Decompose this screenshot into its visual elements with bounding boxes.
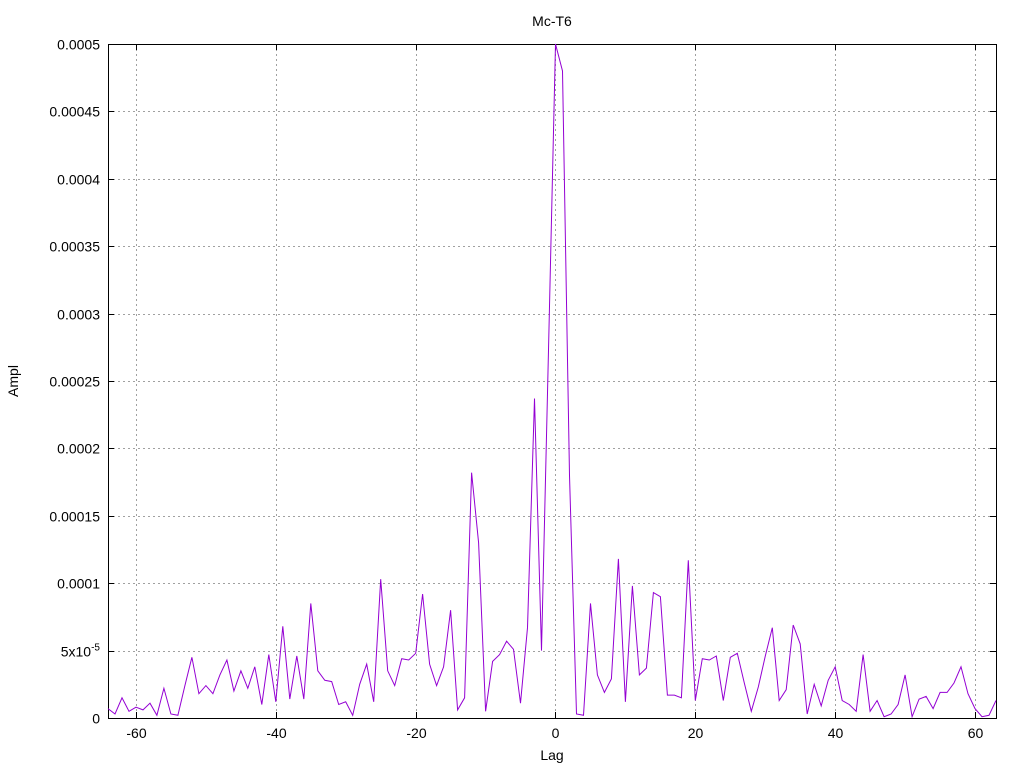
x-tick-label: 0 bbox=[552, 725, 560, 741]
y-tick-label: 0.00045 bbox=[49, 104, 100, 120]
series-layer bbox=[107, 43, 997, 719]
y-axis-label: Ampl bbox=[5, 365, 21, 397]
x-axis-label: Lag bbox=[540, 747, 563, 763]
line-chart: -60 -40 -20 0 20 40 60 0 5x10-5 0.0001 0.00015 0.00… bbox=[5, 13, 997, 763]
x-tick-label: 40 bbox=[828, 725, 844, 741]
y-tick-label: 0.0001 bbox=[57, 576, 100, 592]
chart-title: Mc-T6 bbox=[532, 13, 572, 29]
x-tick-label: -20 bbox=[406, 725, 426, 741]
y-tick-label: 0.0002 bbox=[57, 441, 100, 457]
y-tick-label: 0 bbox=[92, 711, 100, 727]
grid-layer bbox=[108, 44, 996, 718]
x-tick-label: -40 bbox=[266, 725, 286, 741]
y-tick-label: 5x10-5 bbox=[61, 643, 101, 660]
y-tick-label: 0.00035 bbox=[49, 239, 100, 255]
y-tick-label: 0.0003 bbox=[57, 307, 100, 323]
y-tick-label: 0.0005 bbox=[57, 37, 100, 53]
x-tick-label: 20 bbox=[688, 725, 704, 741]
tick-layer: -60 -40 -20 0 20 40 60 0 5x10-5 0.0001 0.00015 0.00… bbox=[49, 37, 996, 741]
x-tick-label: 60 bbox=[968, 725, 984, 741]
x-tick-label: -60 bbox=[126, 725, 146, 741]
y-tick-label: 0.0004 bbox=[57, 172, 100, 188]
series-line bbox=[107, 43, 997, 719]
y-tick-label: 0.00015 bbox=[49, 509, 100, 525]
y-tick-label: 0.00025 bbox=[49, 374, 100, 390]
